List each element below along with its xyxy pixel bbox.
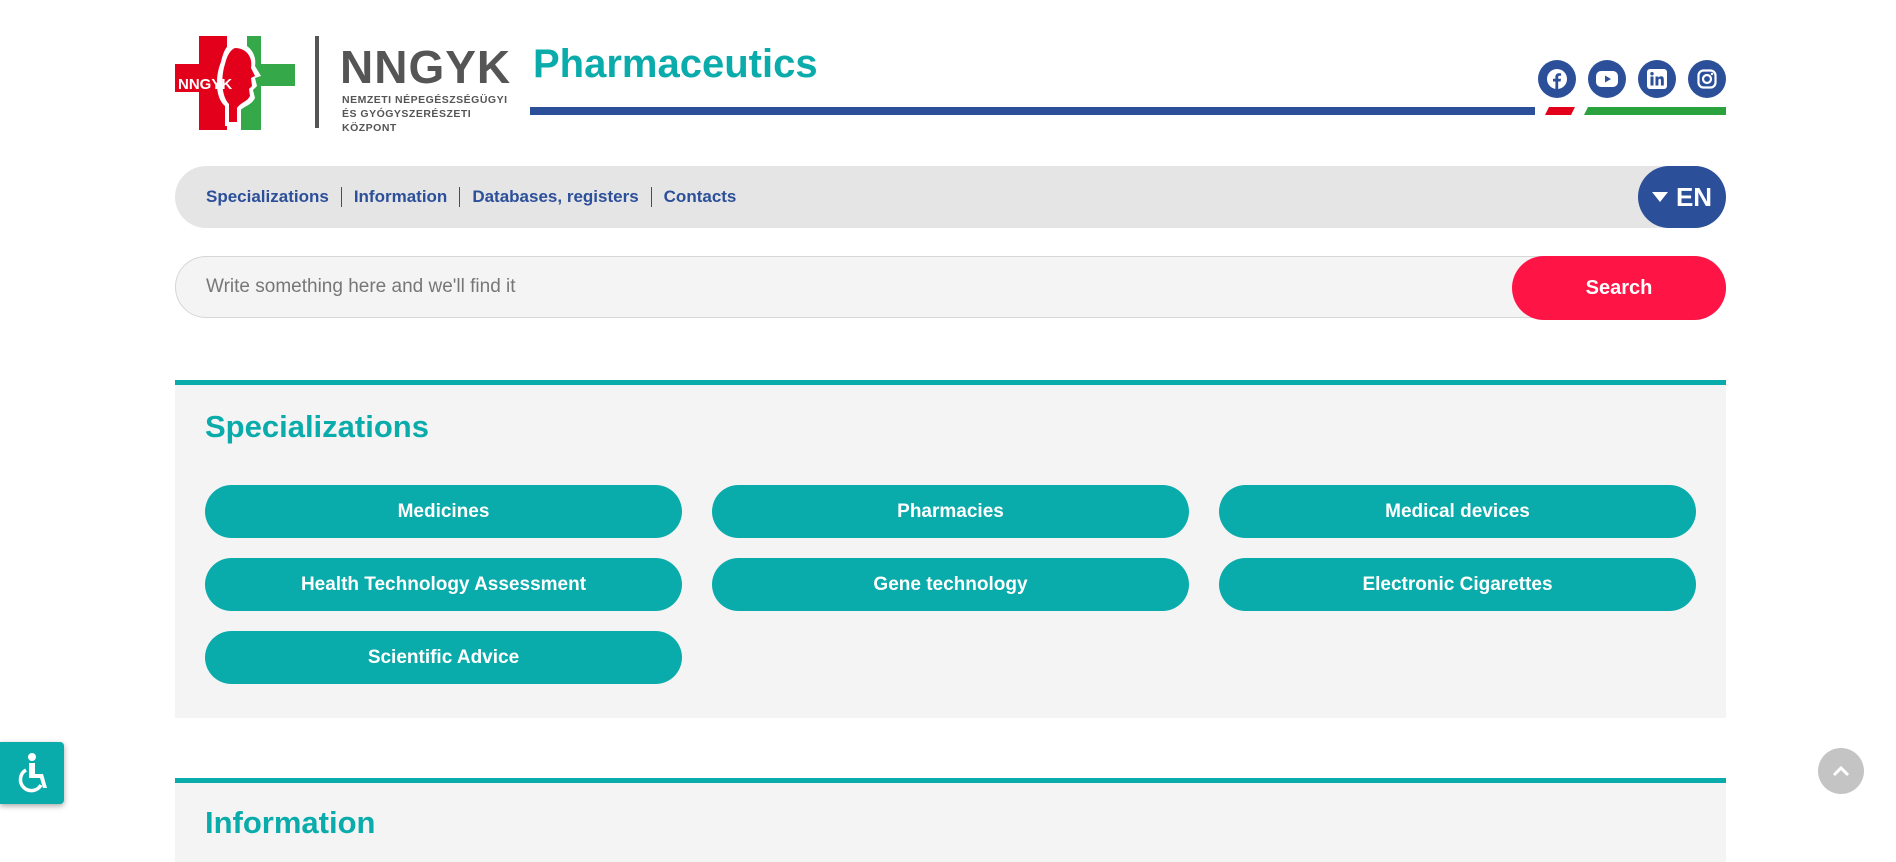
- nav-item-databases-registers[interactable]: Databases, registers: [459, 187, 650, 207]
- chevron-up-icon: [1832, 765, 1850, 776]
- caret-down-icon: [1651, 192, 1668, 202]
- facebook-icon[interactable]: [1538, 60, 1576, 98]
- information-section: Information: [175, 778, 1726, 862]
- section-title-specializations: Specializations: [205, 409, 429, 444]
- pharmacies-button[interactable]: Pharmacies: [712, 485, 1189, 538]
- specializations-section: Specializations Medicines Pharmacies Med…: [175, 380, 1726, 718]
- site-header: NNGYK NNGYK NEMZETI NÉPEGÉSZSÉGÜGYI ÉS G…: [175, 30, 1726, 134]
- brand-subtitle-line1: NEMZETI NÉPEGÉSZSÉGÜGYI: [342, 94, 508, 106]
- brand-name: NNGYK: [340, 41, 512, 93]
- scroll-to-top-button[interactable]: [1818, 748, 1864, 794]
- nngyk-logo[interactable]: NNGYK: [175, 36, 295, 130]
- nav-item-information[interactable]: Information: [340, 187, 460, 207]
- youtube-icon[interactable]: [1588, 60, 1626, 98]
- title-underline-bar: [530, 107, 1535, 115]
- medical-devices-button[interactable]: Medical devices: [1219, 485, 1696, 538]
- brand-subtitle-line2: ÉS GYÓGYSZERÉSZETI KÖZPONT: [342, 108, 472, 134]
- site-title[interactable]: Pharmaceutics: [533, 42, 818, 86]
- search-button[interactable]: Search: [1512, 256, 1726, 320]
- section-title-information: Information: [205, 805, 376, 840]
- logo-badge-text: NNGYK: [178, 76, 232, 93]
- logo-divider: [315, 36, 319, 128]
- nav-item-specializations[interactable]: Specializations: [206, 187, 341, 207]
- search-input[interactable]: [175, 256, 1726, 318]
- electronic-cigarettes-button[interactable]: Electronic Cigarettes: [1219, 558, 1696, 611]
- nav-item-contacts[interactable]: Contacts: [650, 187, 749, 207]
- medicines-button[interactable]: Medicines: [205, 485, 682, 538]
- language-selector[interactable]: EN: [1638, 166, 1726, 228]
- language-label: EN: [1675, 181, 1713, 212]
- linkedin-icon[interactable]: [1638, 60, 1676, 98]
- social-links: [1538, 60, 1726, 98]
- search-bar: Search: [175, 256, 1726, 320]
- nav-items: Specializations Information Databases, r…: [206, 166, 748, 228]
- main-nav: Specializations Information Databases, r…: [175, 166, 1726, 228]
- scientific-advice-button[interactable]: Scientific Advice: [205, 631, 682, 684]
- brand-subtitle: NEMZETI NÉPEGÉSZSÉGÜGYI ÉS GYÓGYSZERÉSZE…: [342, 93, 522, 135]
- health-technology-assessment-button[interactable]: Health Technology Assessment: [205, 558, 682, 611]
- accessibility-button[interactable]: [0, 742, 64, 804]
- instagram-icon[interactable]: [1688, 60, 1726, 98]
- gene-technology-button[interactable]: Gene technology: [712, 558, 1189, 611]
- flag-stripe: [1536, 107, 1726, 115]
- specializations-grid: Medicines Pharmacies Medical devices Hea…: [205, 485, 1696, 684]
- wheelchair-icon: [18, 753, 47, 793]
